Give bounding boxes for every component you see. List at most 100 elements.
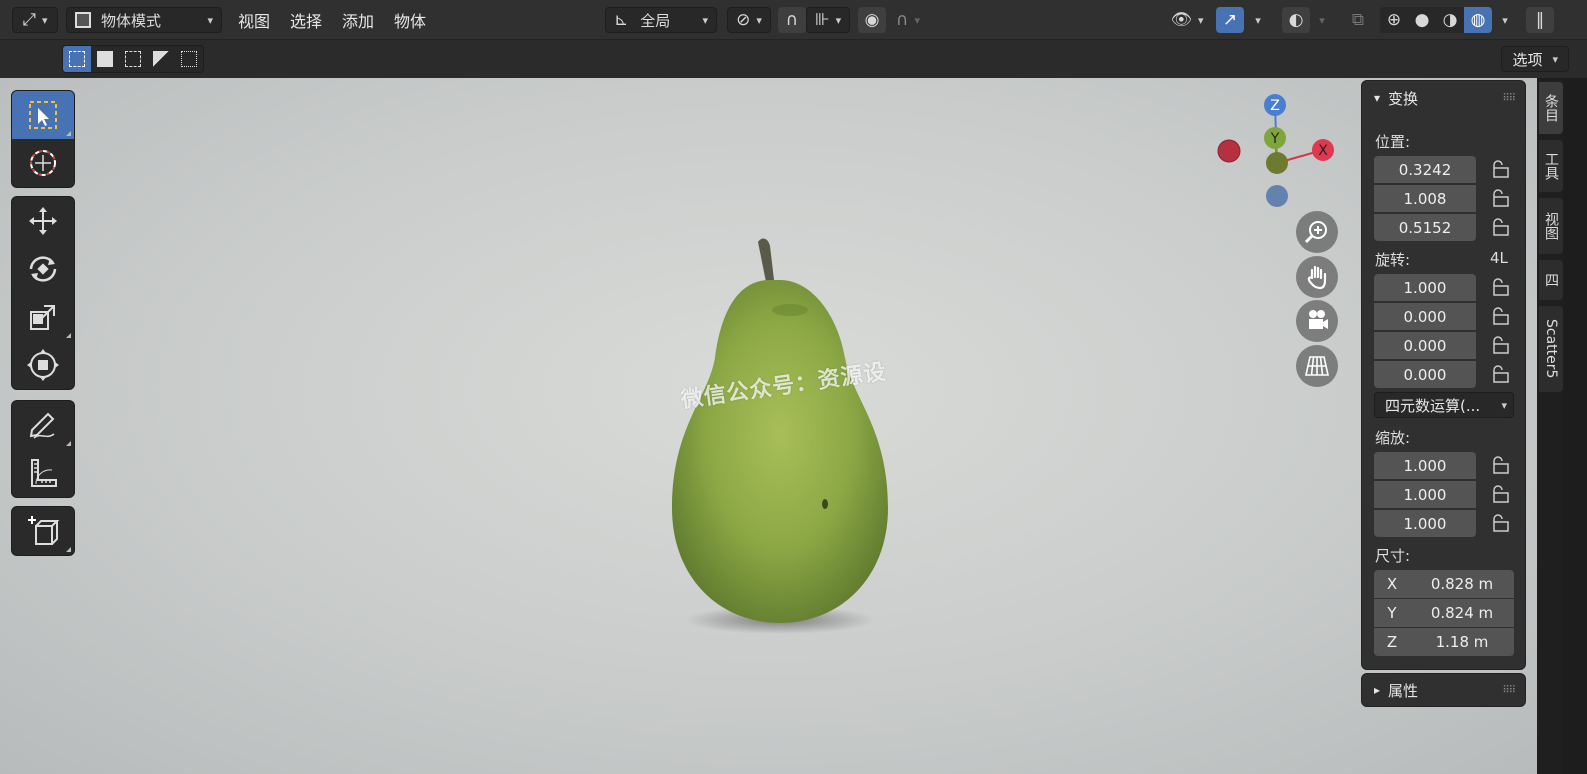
shading-solid[interactable]: ● (1408, 7, 1436, 33)
submenu-indicator (66, 131, 71, 136)
lock-icon[interactable] (1490, 160, 1510, 178)
scale-tool[interactable] (12, 293, 74, 341)
window-edge (1563, 78, 1587, 774)
measure-tool[interactable] (12, 449, 74, 497)
navigation-gizmo[interactable]: Y Z X (1210, 90, 1340, 220)
select-box-tool[interactable] (12, 91, 74, 139)
rotation-lock-4l-toggle[interactable]: 4L (1490, 249, 1508, 267)
rotation-mode-select[interactable]: 四元数运算(... ▾ (1374, 392, 1514, 418)
transform-tool[interactable] (12, 341, 74, 389)
scale-y-field[interactable]: 1.000 (1374, 481, 1476, 508)
drag-handle-icon[interactable]: ⠿⠿ (1502, 93, 1516, 104)
menu-add[interactable]: 添加 (332, 7, 384, 33)
rotation-x-field[interactable]: 0.000 (1374, 303, 1476, 330)
rotate-tool[interactable] (12, 245, 74, 293)
dimension-z-field[interactable]: Z 1.18 m (1374, 628, 1514, 656)
rotation-y-field[interactable]: 0.000 (1374, 332, 1476, 359)
menu-object[interactable]: 物体 (384, 7, 436, 33)
select-invert-button[interactable] (147, 46, 175, 72)
dimension-y-field[interactable]: Y 0.824 m (1374, 599, 1514, 627)
proportional-edit-toggle[interactable]: ◉ (858, 7, 886, 33)
tab-scatter5[interactable]: Scatter5 (1539, 306, 1563, 392)
lock-icon[interactable] (1490, 456, 1510, 474)
snap-target-button[interactable]: ⊪ ▾ (806, 7, 850, 33)
tab-item[interactable]: 条目 (1539, 82, 1563, 134)
chevron-down-icon: ▾ (1255, 13, 1261, 27)
rotation-z-field[interactable]: 0.000 (1374, 361, 1476, 388)
neg-z-axis-dot[interactable] (1266, 185, 1288, 207)
gizmo-dropdown[interactable]: ▾ (1246, 7, 1270, 33)
editor-type-button[interactable]: ⤢ ▾ (12, 7, 58, 33)
location-z-field[interactable]: 0.5152 (1374, 214, 1476, 241)
3d-cursor-icon (30, 150, 56, 176)
overlays-toggle[interactable]: ◐ (1282, 7, 1310, 33)
location-label: 位置: (1375, 133, 1411, 151)
lock-icon[interactable] (1490, 485, 1510, 503)
lock-icon[interactable] (1490, 189, 1510, 207)
location-x-field[interactable]: 0.3242 (1374, 156, 1476, 183)
object-mode-icon (75, 12, 91, 28)
lock-icon[interactable] (1490, 365, 1510, 383)
chevron-down-icon: ▾ (914, 13, 920, 27)
neg-y-axis-dot[interactable] (1266, 152, 1288, 174)
scale-z-field[interactable]: 1.000 (1374, 510, 1476, 537)
lock-icon[interactable] (1490, 514, 1510, 532)
transform-panel-header[interactable]: ▾ 变换 ⠿⠿ (1362, 81, 1525, 115)
snap-toggle[interactable]: ∩ (778, 7, 806, 33)
tab-view[interactable]: 视图 (1539, 198, 1563, 254)
dimension-x-field[interactable]: X 0.828 m (1374, 570, 1514, 598)
overlays-dropdown[interactable]: ▾ (1310, 7, 1334, 33)
select-subtract-button[interactable] (119, 46, 147, 72)
neg-x-axis-dot[interactable] (1217, 139, 1241, 163)
zoom-button[interactable] (1296, 211, 1338, 253)
scale-x-field[interactable]: 1.000 (1374, 452, 1476, 479)
rotation-w-field[interactable]: 1.000 (1374, 274, 1476, 301)
tab-tool[interactable]: 工具 (1539, 140, 1563, 192)
annotate-tool-group (11, 400, 75, 498)
mode-select[interactable]: 物体模式 ▾ (66, 7, 222, 33)
pencil-icon (29, 412, 55, 439)
lock-icon[interactable] (1490, 278, 1510, 296)
shading-material[interactable]: ◑ (1436, 7, 1464, 33)
sidebar-toggle[interactable]: ‖ (1526, 7, 1554, 33)
transform-icon (27, 349, 59, 381)
pivot-point-button[interactable]: ⊘ ▾ (727, 7, 771, 33)
falloff-button[interactable]: ∩ ▾ (888, 7, 928, 33)
move-tool[interactable] (12, 197, 74, 245)
select-new-button[interactable] (63, 46, 91, 72)
transform-panel: ▾ 变换 ⠿⠿ 位置: 0.3242 1.008 0.5152 旋转: 4L 1… (1361, 80, 1526, 670)
drag-handle-icon[interactable]: ⠿⠿ (1502, 685, 1516, 696)
lock-icon[interactable] (1490, 218, 1510, 236)
properties-panel-header[interactable]: ▸ 属性 ⠿⠿ (1361, 673, 1526, 707)
shading-dropdown[interactable]: ▾ (1494, 7, 1516, 33)
select-box-icon (29, 101, 57, 129)
select-extend-button[interactable] (91, 46, 119, 72)
location-y-field[interactable]: 1.008 (1374, 185, 1476, 212)
shading-rendered[interactable]: ◍ (1464, 7, 1492, 33)
perspective-toggle-button[interactable] (1296, 345, 1338, 387)
lock-icon[interactable] (1490, 307, 1510, 325)
rendered-sphere-icon: ◍ (1470, 10, 1486, 30)
annotate-tool[interactable] (12, 401, 74, 449)
shading-wireframe[interactable]: ⊕ (1380, 7, 1408, 33)
options-dropdown[interactable]: 选项 ▾ (1501, 46, 1569, 72)
menu-select[interactable]: 选择 (280, 7, 332, 33)
menu-view[interactable]: 视图 (228, 7, 280, 33)
add-cube-tool[interactable] (12, 507, 74, 555)
visibility-button[interactable]: 👁 ▾ (1164, 7, 1210, 33)
pan-button[interactable] (1296, 256, 1338, 298)
xray-toggle[interactable]: ⧉ (1344, 7, 1372, 33)
gizmo-toggle[interactable]: ↗ (1216, 7, 1244, 33)
magnet-icon: ∩ (785, 10, 799, 30)
select-intersect-button[interactable] (175, 46, 203, 72)
cursor-tool[interactable] (12, 139, 74, 187)
3d-viewport[interactable]: 微信公众号：资源设 Y Z X (0, 78, 1537, 774)
transform-orientation-select[interactable]: ⊾ 全局 ▾ (605, 7, 717, 33)
tab-four[interactable]: 四 (1539, 260, 1563, 300)
tool-settings-bar: 选项 ▾ (0, 40, 1587, 78)
rotate-icon (29, 256, 57, 282)
lock-icon[interactable] (1490, 336, 1510, 354)
blender-window: ⤢ ▾ 物体模式 ▾ 视图 选择 添加 物体 ⊾ 全局 ▾ ⊘ ▾ ∩ ⊪ ▾ ◉ (0, 0, 1587, 774)
gizmo-icon: ↗ (1222, 10, 1238, 30)
camera-view-button[interactable] (1296, 300, 1338, 342)
